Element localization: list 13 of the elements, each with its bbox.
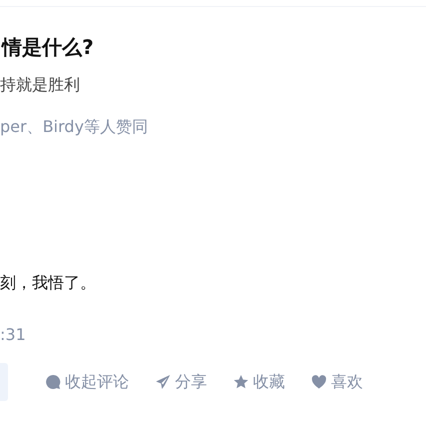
comment-icon: [45, 374, 61, 390]
answer-excerpt: 持就是胜利: [0, 74, 81, 96]
like-button[interactable]: 喜欢: [311, 372, 363, 392]
send-icon: [155, 374, 171, 390]
comment-button[interactable]: 收起评论: [45, 372, 129, 392]
post-time: :31: [0, 324, 27, 346]
heart-icon: [311, 374, 327, 390]
favorite-button[interactable]: 收藏: [233, 372, 285, 392]
star-icon: [233, 374, 249, 390]
question-title[interactable]: 情是什么?: [0, 33, 426, 61]
upvoters-text: per、Birdy等人赞同: [0, 116, 149, 138]
share-button[interactable]: 分享: [155, 372, 207, 392]
answer-text: 刻，我悟了。: [0, 272, 97, 294]
